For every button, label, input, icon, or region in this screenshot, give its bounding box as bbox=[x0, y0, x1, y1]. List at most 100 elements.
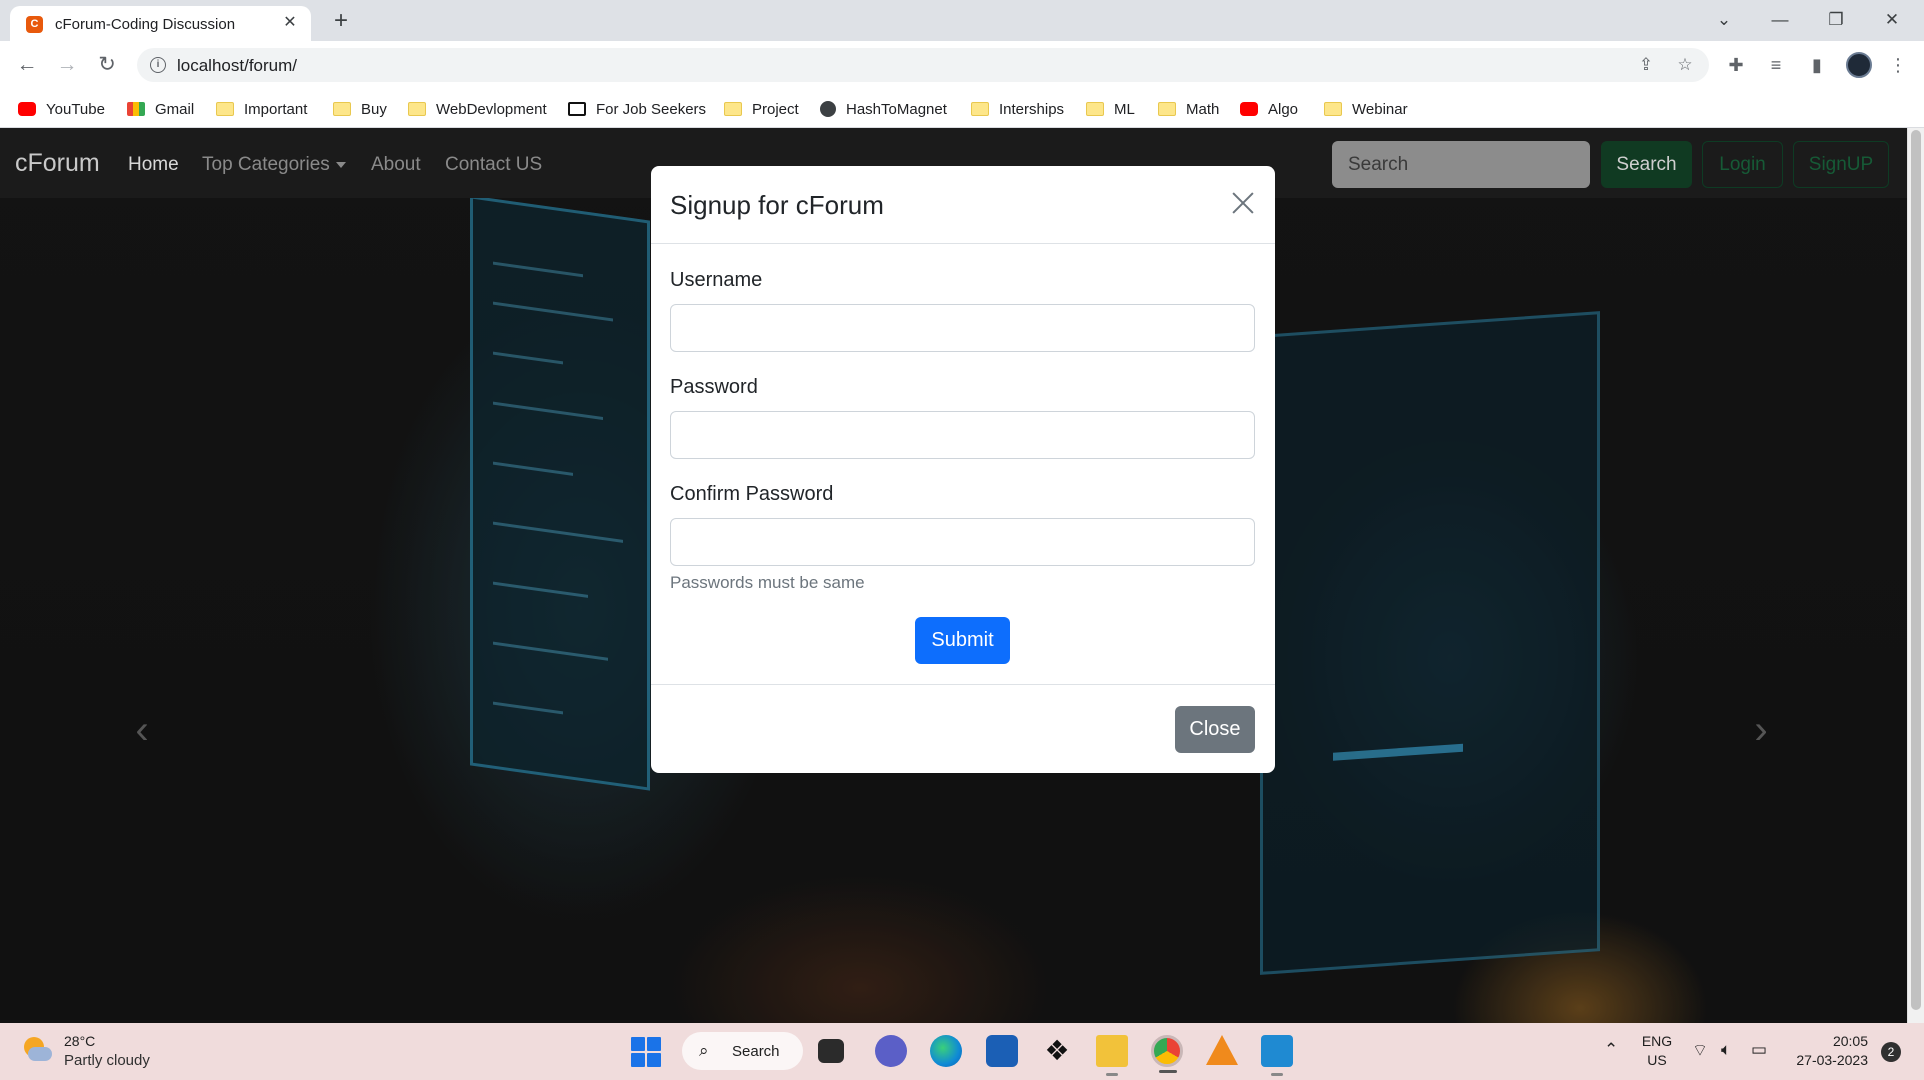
nav-top-categories[interactable]: Top Categories bbox=[202, 154, 346, 176]
bookmark-item[interactable]: For Job Seekers bbox=[568, 98, 706, 120]
bookmark-item[interactable]: Gmail bbox=[127, 98, 194, 120]
forward-arrow-icon[interactable]: → bbox=[51, 49, 83, 81]
bookmark-label: Buy bbox=[361, 100, 387, 118]
password-label: Password bbox=[670, 376, 758, 398]
page-scrollbar[interactable] bbox=[1907, 128, 1924, 1023]
brand-logo[interactable]: cForum bbox=[15, 149, 100, 178]
address-bar[interactable]: i localhost/forum/ ⇪ ☆ bbox=[137, 48, 1709, 82]
tab-search-chevron-icon[interactable]: ⌄ bbox=[1696, 4, 1752, 36]
chevron-down-icon bbox=[335, 161, 346, 168]
notification-badge[interactable]: 2 bbox=[1881, 1042, 1901, 1062]
submit-button[interactable]: Submit bbox=[915, 617, 1010, 664]
bookmark-label: Gmail bbox=[155, 100, 195, 118]
dropbox-icon[interactable]: ❖ bbox=[1041, 1035, 1073, 1067]
bookmark-label: ML bbox=[1114, 100, 1135, 118]
globe-icon bbox=[820, 101, 836, 117]
search-button[interactable]: Search bbox=[1601, 141, 1692, 188]
tab-title: cForum-Coding Discussion bbox=[55, 16, 236, 33]
bookmark-item[interactable]: Algo bbox=[1240, 98, 1298, 120]
close-button[interactable]: Close bbox=[1175, 706, 1255, 753]
edge-browser-icon[interactable] bbox=[930, 1035, 962, 1067]
microsoft-store-icon[interactable] bbox=[986, 1035, 1018, 1067]
media-queue-icon[interactable]: ≡ bbox=[1762, 51, 1790, 79]
login-button[interactable]: Login bbox=[1702, 141, 1783, 188]
task-view-icon[interactable] bbox=[818, 1039, 844, 1063]
username-field[interactable] bbox=[670, 304, 1255, 352]
bookmark-item[interactable]: YouTube bbox=[18, 98, 105, 120]
reload-icon[interactable]: ↻ bbox=[91, 49, 123, 81]
side-panel-icon[interactable]: ▮ bbox=[1803, 51, 1831, 79]
password-field[interactable] bbox=[670, 411, 1255, 459]
bookmark-label: Project bbox=[752, 100, 799, 118]
clock-time[interactable]: 20:05 bbox=[1788, 1033, 1868, 1049]
profile-avatar[interactable] bbox=[1846, 52, 1872, 78]
window-close-icon[interactable]: ✕ bbox=[1864, 4, 1920, 36]
wifi-icon[interactable]: ⌔ bbox=[1692, 1040, 1708, 1061]
browser-toolbar: ← → ↻ i localhost/forum/ ⇪ ☆ ✚ ≡ ▮ ⋮ bbox=[0, 41, 1924, 89]
bookmark-item[interactable]: ML bbox=[1086, 98, 1135, 120]
youtube-icon bbox=[1240, 102, 1258, 116]
bookmark-item[interactable]: Interships bbox=[971, 98, 1064, 120]
windows-start-icon[interactable] bbox=[631, 1037, 661, 1067]
extensions-puzzle-icon[interactable]: ✚ bbox=[1722, 51, 1750, 79]
site-info-icon[interactable]: i bbox=[150, 57, 166, 73]
bookmark-item[interactable]: Webinar bbox=[1324, 98, 1408, 120]
bookmark-item[interactable]: HashToMagnet bbox=[820, 98, 947, 120]
nav-home[interactable]: Home bbox=[128, 154, 179, 176]
bookmark-label: Math bbox=[1186, 100, 1220, 118]
bookmark-label: For Job Seekers bbox=[596, 100, 707, 118]
scrollbar-thumb[interactable] bbox=[1911, 130, 1921, 1010]
bookmark-item[interactable]: Buy bbox=[333, 98, 387, 120]
weather-description[interactable]: Partly cloudy bbox=[64, 1052, 150, 1069]
browser-tab[interactable]: C cForum-Coding Discussion ✕ bbox=[10, 6, 311, 41]
bookmark-item[interactable]: Math bbox=[1158, 98, 1219, 120]
battery-icon[interactable]: ▭ bbox=[1751, 1040, 1767, 1060]
bookmark-label: Important bbox=[244, 100, 308, 118]
signup-button[interactable]: SignUP bbox=[1793, 141, 1889, 188]
notion-icon bbox=[568, 102, 586, 116]
share-icon[interactable]: ⇪ bbox=[1635, 54, 1657, 76]
folder-icon bbox=[1158, 102, 1176, 116]
bookmark-star-icon[interactable]: ☆ bbox=[1674, 54, 1696, 76]
carousel-prev-icon[interactable]: ‹ bbox=[130, 710, 154, 750]
vlc-icon[interactable] bbox=[1206, 1035, 1238, 1065]
minimize-icon[interactable]: — bbox=[1752, 4, 1808, 36]
bookmark-item[interactable]: Important bbox=[216, 98, 307, 120]
restore-icon[interactable]: ❐ bbox=[1808, 4, 1864, 36]
taskbar-search[interactable]: ⌕ Search bbox=[682, 1032, 803, 1070]
close-icon[interactable] bbox=[1226, 186, 1260, 220]
gmail-icon bbox=[127, 102, 145, 116]
bookmarks-bar: YouTube Gmail Important Buy WebDevlopmen… bbox=[0, 89, 1924, 128]
chrome-browser-icon[interactable] bbox=[1151, 1035, 1183, 1073]
folder-icon bbox=[333, 102, 351, 116]
nav-contact[interactable]: Contact US bbox=[445, 154, 542, 176]
volume-icon[interactable]: 🔈︎ bbox=[1721, 1040, 1731, 1060]
close-tab-icon[interactable]: ✕ bbox=[279, 12, 301, 34]
search-input[interactable] bbox=[1332, 141, 1590, 188]
bookmark-item[interactable]: WebDevlopment bbox=[408, 98, 547, 120]
carousel-next-icon[interactable]: › bbox=[1749, 710, 1773, 750]
file-explorer-icon[interactable] bbox=[1096, 1035, 1128, 1076]
chevron-up-icon[interactable]: ⌃ bbox=[1604, 1040, 1618, 1060]
new-tab-icon[interactable]: + bbox=[326, 6, 356, 36]
vscode-icon[interactable] bbox=[1261, 1035, 1293, 1076]
teams-chat-icon[interactable] bbox=[875, 1035, 907, 1067]
os-taskbar: 28°C Partly cloudy ⌕ Search ❖ ⌃ ENG US ⌔… bbox=[0, 1023, 1924, 1080]
modal-header: Signup for cForum bbox=[651, 166, 1275, 244]
back-arrow-icon[interactable]: ← bbox=[11, 49, 43, 81]
bookmark-label: Algo bbox=[1268, 100, 1299, 118]
weather-temperature[interactable]: 28°C bbox=[64, 1033, 95, 1049]
taskbar-search-label: Search bbox=[732, 1043, 780, 1060]
signup-modal: Signup for cForum Username Password Conf… bbox=[651, 166, 1275, 773]
nav-about[interactable]: About bbox=[371, 154, 421, 176]
input-language[interactable]: ENG bbox=[1640, 1033, 1674, 1049]
folder-icon bbox=[971, 102, 989, 116]
search-icon: ⌕ bbox=[699, 1041, 709, 1060]
kebab-menu-icon[interactable]: ⋮ bbox=[1884, 51, 1912, 79]
weather-partly-cloudy-icon[interactable] bbox=[20, 1035, 52, 1065]
bookmark-item[interactable]: Project bbox=[724, 98, 799, 120]
clock-date[interactable]: 27-03-2023 bbox=[1778, 1052, 1868, 1068]
folder-icon bbox=[216, 102, 234, 116]
confirm-password-field[interactable] bbox=[670, 518, 1255, 566]
input-region[interactable]: US bbox=[1640, 1052, 1674, 1068]
